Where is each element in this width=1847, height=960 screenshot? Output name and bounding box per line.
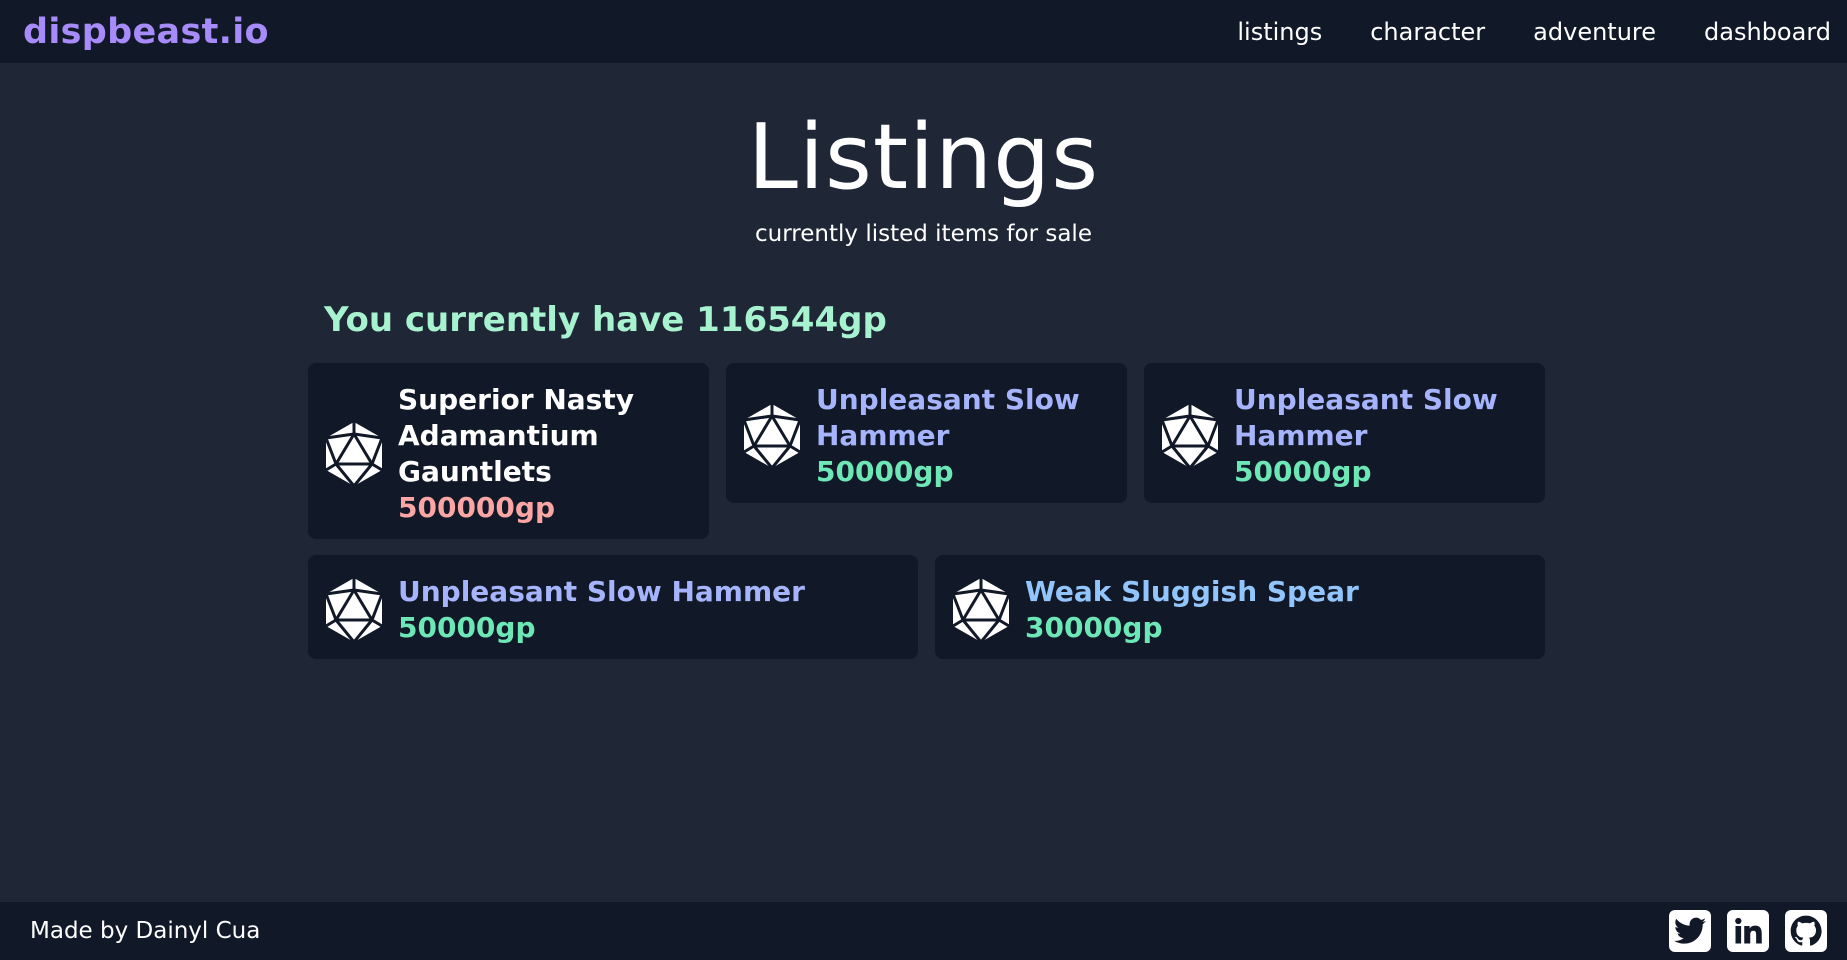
page-subtitle: currently listed items for sale: [755, 221, 1092, 247]
nav-link-dashboard[interactable]: dashboard: [1704, 18, 1831, 46]
github-icon[interactable]: [1785, 910, 1827, 952]
twitter-icon[interactable]: [1669, 910, 1711, 952]
item-price: 30000gp: [1025, 611, 1163, 644]
d20-icon: [324, 578, 384, 643]
listing-info: Unpleasant Slow Hammer 50000gp: [816, 382, 1096, 490]
linkedin-icon[interactable]: [1727, 910, 1769, 952]
d20-icon: [324, 422, 384, 487]
listing-info: Superior Nasty Adamantium Gauntlets 5000…: [398, 382, 688, 526]
item-price: 50000gp: [816, 455, 954, 488]
d20-icon: [951, 578, 1011, 643]
listing-info: Unpleasant Slow Hammer 50000gp: [1234, 382, 1514, 490]
social-links: [1669, 910, 1827, 952]
listing-info: Weak Sluggish Spear 30000gp: [1025, 574, 1359, 646]
listing-card[interactable]: Superior Nasty Adamantium Gauntlets 5000…: [308, 363, 709, 539]
listing-card[interactable]: Unpleasant Slow Hammer 50000gp: [308, 555, 918, 659]
brand-logo-link[interactable]: dispbeast.io: [23, 12, 269, 52]
page-footer: Made by Dainyl Cua: [0, 902, 1847, 960]
item-price: 500000gp: [398, 491, 555, 524]
footer-credit: Made by Dainyl Cua: [30, 918, 261, 944]
item-name: Superior Nasty Adamantium Gauntlets: [398, 383, 634, 488]
nav-link-adventure[interactable]: adventure: [1533, 18, 1656, 46]
listing-card[interactable]: Unpleasant Slow Hammer 50000gp: [726, 363, 1127, 503]
top-navbar: dispbeast.io listings character adventur…: [0, 0, 1847, 63]
listing-info: Unpleasant Slow Hammer 50000gp: [398, 574, 805, 646]
nav-link-listings[interactable]: listings: [1237, 18, 1322, 46]
d20-icon: [1160, 404, 1220, 469]
listing-card[interactable]: Weak Sluggish Spear 30000gp: [935, 555, 1545, 659]
nav-links: listings character adventure dashboard: [1237, 18, 1831, 46]
gold-balance: You currently have 116544gp: [324, 300, 887, 340]
item-name: Weak Sluggish Spear: [1025, 575, 1359, 608]
listing-card[interactable]: Unpleasant Slow Hammer 50000gp: [1144, 363, 1545, 503]
item-name: Unpleasant Slow Hammer: [1234, 383, 1498, 452]
item-name: Unpleasant Slow Hammer: [398, 575, 805, 608]
item-price: 50000gp: [398, 611, 536, 644]
nav-link-character[interactable]: character: [1370, 18, 1485, 46]
item-price: 50000gp: [1234, 455, 1372, 488]
d20-icon: [742, 404, 802, 469]
page-title: Listings: [747, 105, 1100, 210]
item-name: Unpleasant Slow Hammer: [816, 383, 1080, 452]
hero-section: Listings currently listed items for sale: [0, 63, 1847, 247]
